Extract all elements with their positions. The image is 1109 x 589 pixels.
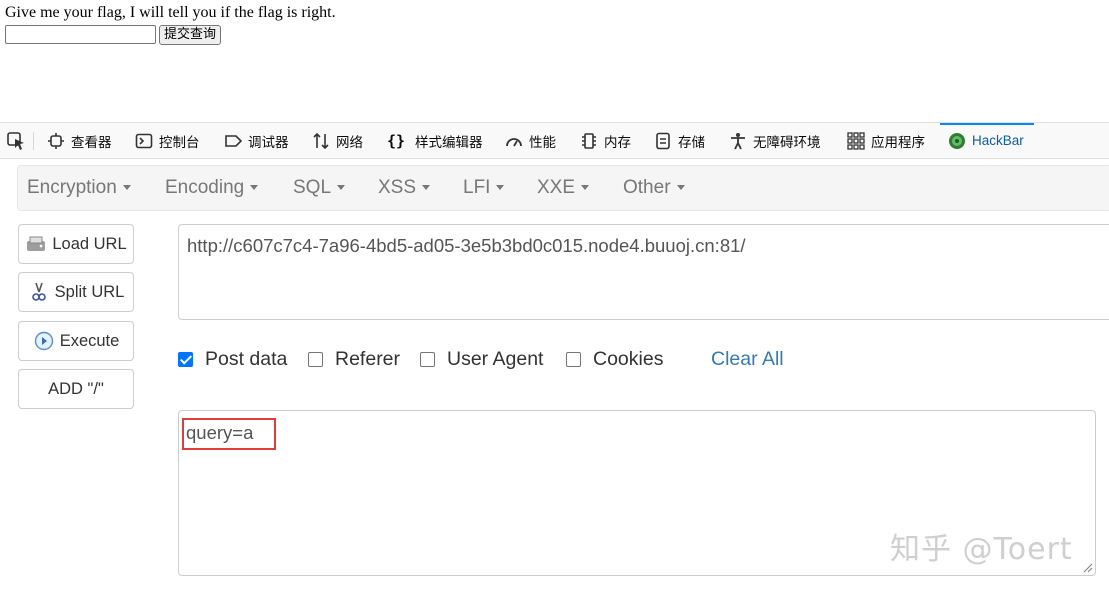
console-icon [135, 133, 153, 148]
caret-down-icon [496, 185, 505, 191]
caret-down-icon [422, 185, 431, 191]
tab-console[interactable]: 控制台 [135, 123, 200, 158]
hackbar-menubar: Encryption Encoding SQL XSS LFI XXE Othe… [17, 165, 1109, 211]
caret-down-icon [337, 185, 346, 191]
execute-label: Execute [59, 331, 120, 350]
memory-icon [582, 132, 596, 149]
tab-label: 内存 [604, 134, 631, 150]
referer-option[interactable]: Referer [308, 344, 400, 374]
tab-label: 应用程序 [871, 134, 925, 150]
application-icon [847, 131, 865, 150]
add-slash-button[interactable]: ADD "/" [18, 369, 134, 409]
toolbar-separator [33, 132, 34, 150]
tab-label: HackBar [972, 133, 1024, 148]
tab-memory[interactable]: 内存 [580, 123, 631, 158]
page-content: Give me your flag, I will tell you if th… [0, 0, 1109, 122]
tab-label: 无障碍环境 [753, 134, 821, 150]
submit-button[interactable]: 提交查询 [159, 25, 222, 45]
element-picker-icon[interactable] [6, 131, 26, 151]
tab-label: 调试器 [248, 134, 289, 150]
menu-sql[interactable]: SQL [293, 166, 346, 210]
tab-application[interactable]: 应用程序 [847, 123, 925, 158]
flag-input[interactable] [5, 25, 156, 44]
execute-button[interactable]: Execute [18, 321, 134, 361]
post-data-option[interactable]: Post data [178, 344, 287, 374]
caret-down-icon [250, 185, 259, 191]
tab-label: 控制台 [159, 134, 200, 150]
menu-xxe[interactable]: XXE [537, 166, 590, 210]
user-agent-checkbox[interactable] [420, 351, 435, 367]
url-textarea[interactable]: http://c607c7c4-7a96-4bd5-ad05-3e5b3bd0c… [178, 224, 1109, 320]
user-agent-label: User Agent [447, 347, 544, 370]
load-url-button[interactable]: Load URL [18, 224, 134, 264]
hackbar-icon [949, 132, 965, 149]
menu-label: XSS [378, 177, 417, 198]
tab-label: 存储 [678, 134, 705, 150]
cookies-checkbox[interactable] [566, 351, 581, 367]
load-url-label: Load URL [52, 234, 127, 253]
flag-prompt: Give me your flag, I will tell you if th… [5, 4, 336, 21]
split-url-label: Split URL [54, 282, 125, 301]
play-icon [34, 331, 53, 351]
devtools-toolbar: 查看器 控制台 调试器 网络 {} 样式编辑器 性能 内存 存储 无障碍环境 应… [0, 122, 1109, 159]
menu-lfi[interactable]: LFI [463, 166, 505, 210]
menu-encryption[interactable]: Encryption [27, 166, 131, 210]
caret-down-icon [122, 185, 131, 191]
clear-all-link[interactable]: Clear All [711, 344, 784, 374]
style-editor-icon: {} [387, 131, 406, 150]
split-url-button[interactable]: Split URL [18, 272, 134, 312]
tab-inspector[interactable]: 查看器 [47, 123, 112, 158]
tab-style-editor[interactable]: {} 样式编辑器 [387, 123, 483, 158]
accessibility-icon [731, 132, 745, 149]
scissors-icon [31, 282, 46, 301]
post-data-label: Post data [205, 347, 288, 370]
url-text: http://c607c7c4-7a96-4bd5-ad05-3e5b3bd0c… [187, 235, 746, 256]
menu-xss[interactable]: XSS [378, 166, 431, 210]
post-data-text: query=a [186, 422, 254, 443]
network-icon [313, 132, 329, 149]
tab-label: 网络 [336, 134, 363, 150]
tab-label: 性能 [529, 134, 556, 150]
tab-label: 样式编辑器 [415, 134, 483, 150]
menu-label: SQL [293, 177, 332, 198]
caret-down-icon [676, 185, 685, 191]
cookies-label: Cookies [593, 347, 664, 370]
user-agent-option[interactable]: User Agent [420, 344, 543, 374]
watermark: 知乎 @Toert [890, 532, 1073, 567]
tab-label: 查看器 [71, 134, 112, 150]
inspector-icon [48, 132, 64, 149]
tab-performance[interactable]: 性能 [505, 123, 556, 158]
menu-label: XXE [537, 177, 576, 198]
menu-label: LFI [463, 177, 491, 198]
tab-accessibility[interactable]: 无障碍环境 [729, 123, 821, 158]
referer-label: Referer [335, 347, 401, 370]
menu-encoding[interactable]: Encoding [165, 166, 259, 210]
performance-icon [506, 137, 522, 146]
resize-handle-icon[interactable] [1081, 561, 1093, 573]
tab-storage[interactable]: 存储 [654, 123, 705, 158]
menu-label: Encryption [27, 177, 117, 198]
tab-network[interactable]: 网络 [312, 123, 363, 158]
menu-other[interactable]: Other [623, 166, 685, 210]
cookies-option[interactable]: Cookies [566, 344, 663, 374]
menu-label: Other [623, 177, 671, 198]
menu-label: Encoding [165, 177, 245, 198]
referer-checkbox[interactable] [308, 351, 323, 367]
storage-icon [656, 132, 670, 149]
caret-down-icon [581, 185, 590, 191]
debugger-icon [225, 134, 242, 147]
tab-debugger[interactable]: 调试器 [224, 123, 289, 158]
post-data-checkbox[interactable] [178, 351, 193, 367]
load-url-icon [27, 236, 46, 251]
add-slash-label: ADD "/" [48, 379, 104, 398]
tab-hackbar[interactable]: HackBar [940, 123, 1034, 158]
